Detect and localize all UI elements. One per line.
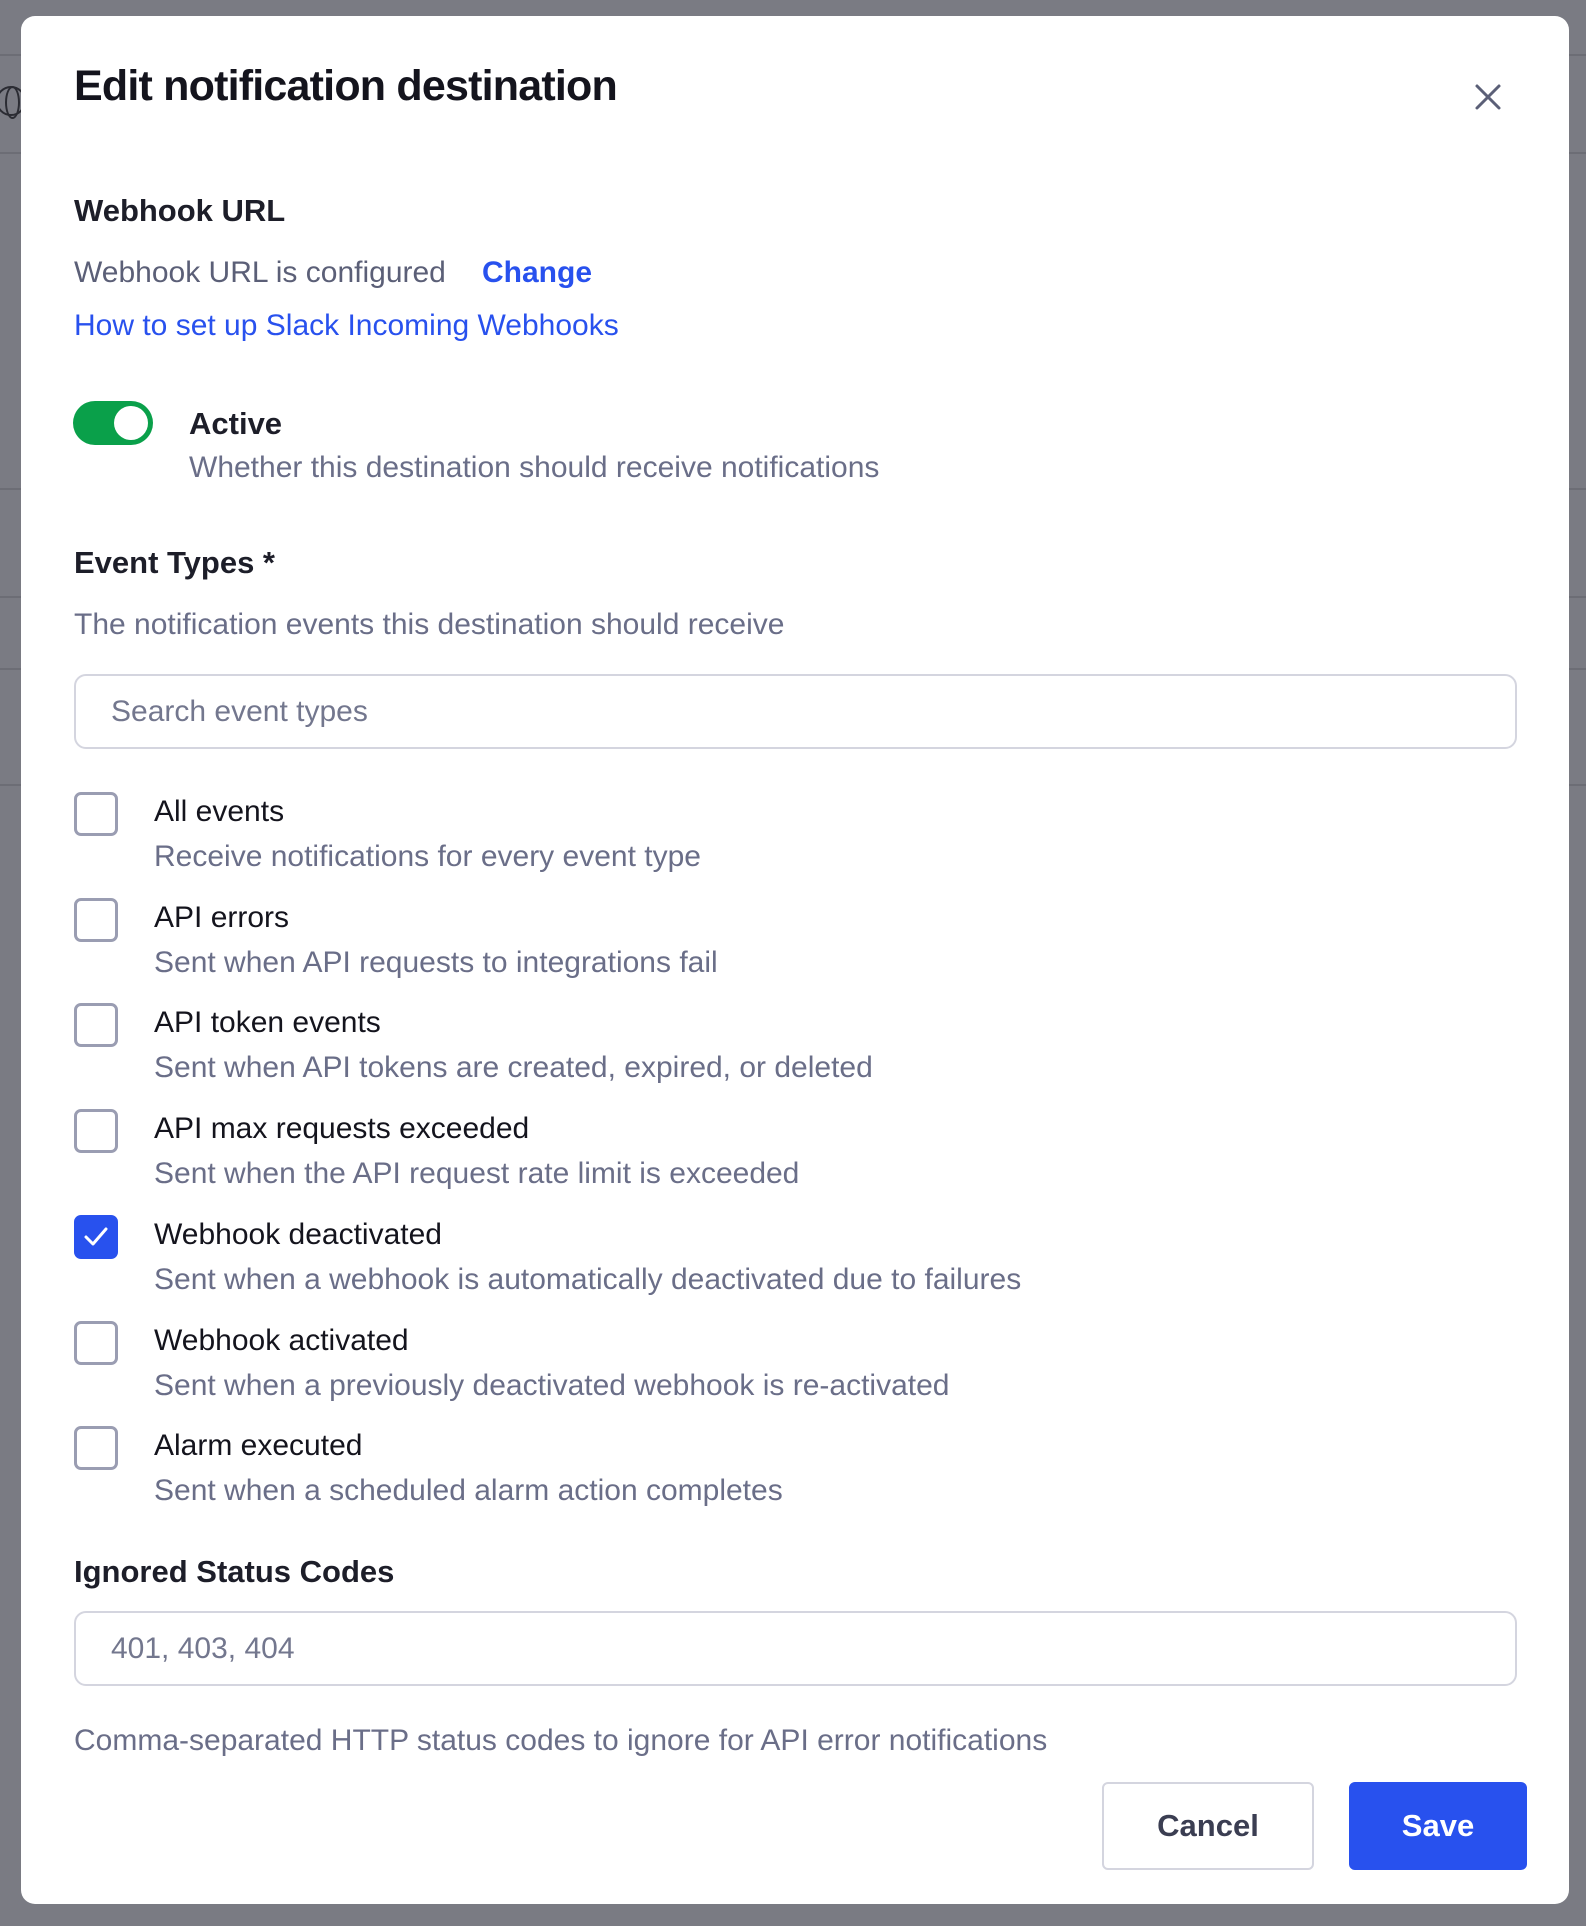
close-button[interactable]: [1465, 74, 1511, 120]
edit-destination-dialog: Edit notification destination Webhook UR…: [21, 16, 1569, 1904]
event-type-option[interactable]: Webhook deactivated Sent when a webhook i…: [74, 1214, 1474, 1305]
checkmark-icon: [84, 1227, 108, 1246]
event-type-description: Receive notifications for every event ty…: [154, 840, 701, 873]
event-type-description: Sent when a previously deactivated webho…: [154, 1368, 950, 1402]
change-webhook-link[interactable]: Change: [482, 256, 592, 290]
event-type-checkbox[interactable]: [74, 897, 118, 942]
event-type-checkbox[interactable]: [74, 1426, 118, 1471]
event-type-option[interactable]: All events Receive notifications for ever…: [74, 792, 1474, 882]
event-type-option[interactable]: API errors Sent when API requests to inte…: [74, 897, 1474, 988]
webhook-status-text: Webhook URL is configured: [74, 256, 446, 289]
webhook-url-label: Webhook URL: [74, 193, 286, 228]
event-type-label: Alarm executed: [154, 1429, 363, 1463]
event-type-description: Sent when a webhook is automatically dea…: [154, 1262, 1022, 1296]
event-type-label: API errors: [154, 900, 290, 934]
event-type-label: Webhook activated: [154, 1323, 409, 1357]
event-type-option[interactable]: Alarm executed Sent when a scheduled alar…: [74, 1426, 1474, 1516]
event-type-description: Sent when API tokens are created, expire…: [154, 1051, 873, 1085]
event-types-description: The notification events this destination…: [74, 608, 785, 641]
cancel-button[interactable]: Cancel: [1102, 1782, 1314, 1870]
active-label: Active: [189, 406, 283, 441]
ignored-status-codes-label: Ignored Status Codes: [74, 1554, 395, 1589]
ignored-status-codes-help: Comma-separated HTTP status codes to ign…: [74, 1724, 1048, 1757]
event-type-label: API token events: [154, 1006, 381, 1040]
search-event-types-input[interactable]: [74, 674, 1517, 749]
event-types-label: Event Types *: [74, 545, 276, 580]
slack-webhooks-help-link[interactable]: How to set up Slack Incoming Webhooks: [74, 309, 619, 343]
event-type-description: Sent when a scheduled alarm action compl…: [154, 1474, 783, 1508]
close-icon: [1475, 84, 1501, 110]
ignored-status-codes-input[interactable]: [74, 1611, 1517, 1686]
event-type-checkbox[interactable]: [74, 1109, 118, 1154]
active-toggle[interactable]: [73, 401, 153, 445]
event-type-label: API max requests exceeded: [154, 1112, 530, 1146]
event-type-checkbox[interactable]: [74, 792, 118, 836]
event-type-option[interactable]: API token events Sent when API tokens are…: [74, 1003, 1474, 1093]
event-type-option[interactable]: Webhook activated Sent when a previously …: [74, 1320, 1474, 1411]
toggle-knob: [114, 406, 148, 440]
event-type-description: Sent when the API request rate limit is …: [154, 1157, 800, 1191]
active-description: Whether this destination should receive …: [189, 451, 880, 484]
event-type-checkbox[interactable]: [74, 1320, 118, 1365]
dialog-title: Edit notification destination: [74, 62, 618, 110]
event-type-label: Webhook deactivated: [154, 1217, 442, 1251]
event-type-checkbox[interactable]: [74, 1003, 118, 1048]
event-type-label: All events: [154, 795, 285, 828]
event-type-description: Sent when API requests to integrations f…: [154, 945, 718, 979]
save-button[interactable]: Save: [1349, 1782, 1527, 1870]
event-type-checkbox[interactable]: [74, 1214, 118, 1259]
event-type-option[interactable]: API max requests exceeded Sent when the A…: [74, 1109, 1474, 1199]
